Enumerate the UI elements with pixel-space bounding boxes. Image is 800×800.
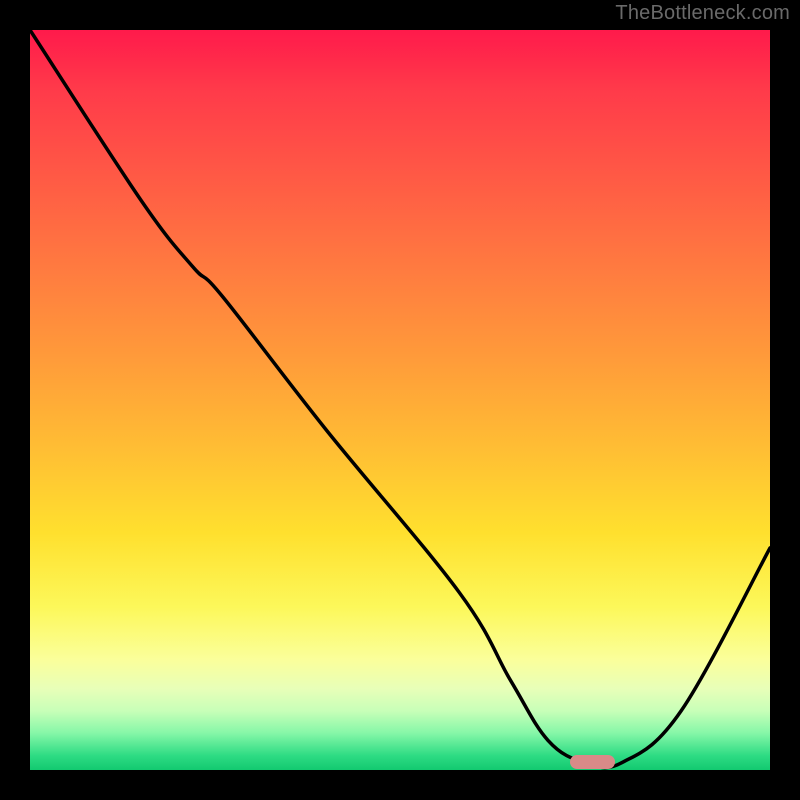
plot-area <box>30 30 770 770</box>
chart-frame: TheBottleneck.com <box>0 0 800 800</box>
optimal-point-marker <box>570 755 614 769</box>
watermark-text: TheBottleneck.com <box>615 2 790 25</box>
bottleneck-curve <box>30 30 770 770</box>
